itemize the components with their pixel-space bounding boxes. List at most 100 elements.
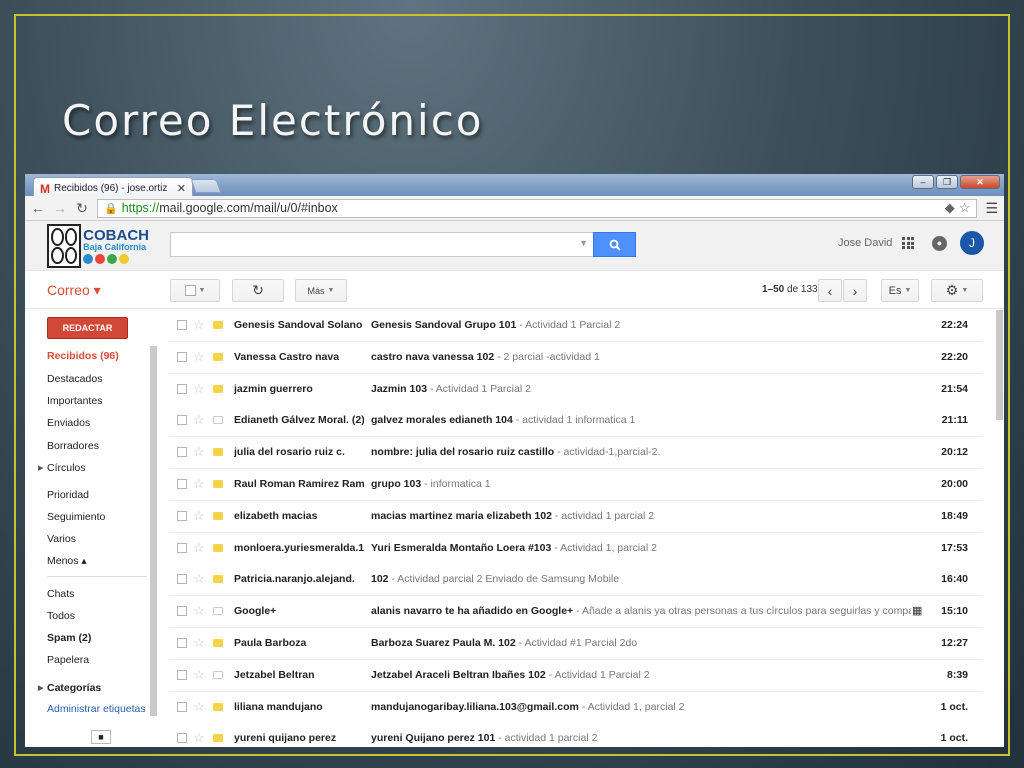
notifications-bell-icon[interactable]: ● [932, 236, 947, 251]
row-checkbox[interactable] [177, 351, 187, 362]
importance-marker-icon[interactable] [213, 448, 223, 457]
settings-button[interactable]: ⚙ ▼ [931, 279, 983, 302]
importance-marker-icon[interactable] [213, 384, 223, 393]
star-icon[interactable]: ☆ [193, 476, 205, 492]
close-window-button[interactable]: ✕ [960, 175, 1000, 189]
importance-marker-icon[interactable] [213, 511, 223, 520]
reload-icon[interactable]: ↻ [75, 200, 89, 217]
table-row[interactable]: ☆ Vanessa Castro nava castro nava vanessa … [169, 341, 982, 374]
refresh-button[interactable]: ↻ [232, 279, 284, 302]
row-checkbox[interactable] [177, 510, 187, 521]
bookmark-star-icon[interactable]: ☆ [959, 200, 971, 216]
row-checkbox[interactable] [177, 701, 187, 712]
star-icon[interactable]: ☆ [193, 571, 205, 587]
sidebar-item-starred[interactable]: Destacados [47, 373, 102, 385]
cobach-logo[interactable]: COBACH Baja California [47, 223, 149, 269]
row-checkbox[interactable] [177, 669, 187, 680]
sidebar-item-important[interactable]: Importantes [47, 395, 102, 407]
sidebar-item-sent[interactable]: Enviados [47, 417, 90, 429]
compose-button[interactable]: REDACTAR [47, 317, 128, 339]
row-checkbox[interactable] [177, 383, 187, 394]
star-icon[interactable]: ☆ [193, 730, 205, 746]
table-row[interactable]: ☆ Paula Barboza Barboza Suarez Paula M. 10… [169, 628, 982, 660]
minimize-button[interactable]: – [912, 175, 934, 189]
sidebar-item-followup[interactable]: Seguimiento [47, 511, 105, 523]
importance-marker-icon[interactable] [213, 670, 223, 679]
address-bar[interactable]: 🔒 https://mail.google.com/mail/u/0/#inbo… [97, 198, 978, 218]
star-icon[interactable]: ☆ [193, 603, 205, 619]
table-row[interactable]: ☆ monloera.yuriesmeralda.1. Yuri Esmeralda… [169, 532, 982, 565]
importance-marker-icon[interactable] [213, 543, 223, 552]
sidebar-item-priority[interactable]: Prioridad [47, 489, 89, 501]
mail-list-scrollbar[interactable] [996, 310, 1003, 420]
apps-grid-icon[interactable] [902, 237, 914, 249]
importance-marker-icon[interactable] [213, 416, 223, 425]
more-button[interactable]: Más ▼ [295, 279, 347, 302]
input-language-button[interactable]: Es ▼ [881, 279, 919, 302]
star-icon[interactable]: ☆ [193, 508, 205, 524]
sidebar-item-less[interactable]: Menos ▴ [47, 555, 87, 567]
importance-marker-icon[interactable] [213, 607, 223, 616]
new-tab-button[interactable] [190, 179, 222, 193]
table-row[interactable]: ☆ yureni quijano perez yureni Quijano pere… [169, 723, 982, 747]
star-icon[interactable]: ☆ [193, 667, 205, 683]
prev-page-button[interactable]: ‹ [818, 279, 842, 302]
table-row[interactable]: ☆ julia del rosario ruiz c. nombre: julia … [169, 437, 982, 470]
back-arrow-icon[interactable]: ← [31, 200, 45, 216]
sidebar-item-chats[interactable]: Chats [47, 588, 74, 600]
importance-marker-icon[interactable] [213, 321, 223, 329]
table-row[interactable]: ☆ Edianeth Gálvez Moral. (2) galvez morale… [169, 405, 982, 438]
browser-tab-inbox[interactable]: M Recibidos (96) - jose.ortiz ✕ [33, 177, 193, 196]
sidebar-item-circles[interactable]: ▶ Círculos [38, 462, 86, 474]
sidebar-item-inbox[interactable]: Recibidos (96) [47, 350, 119, 362]
next-page-button[interactable]: › [843, 279, 867, 302]
maximize-button[interactable]: ❐ [936, 175, 958, 189]
importance-marker-icon[interactable] [213, 352, 223, 361]
sidebar-item-misc[interactable]: Varios [47, 533, 76, 545]
table-row[interactable]: ☆ liliana mandujano mandujanogaribay.lilia… [169, 691, 982, 724]
extension-icon[interactable]: ◆ [945, 200, 955, 216]
star-icon[interactable]: ☆ [193, 444, 205, 460]
correo-menu[interactable]: Correo ▾ [47, 282, 101, 299]
chat-icon[interactable]: ■ [91, 730, 111, 744]
row-checkbox[interactable] [177, 542, 187, 553]
row-checkbox[interactable] [177, 447, 187, 458]
star-icon[interactable]: ☆ [193, 540, 205, 556]
row-checkbox[interactable] [177, 320, 187, 330]
table-row[interactable]: ☆ jazmin guerrero Jazmin 103 - Actividad 1… [169, 373, 982, 406]
avatar[interactable]: J [960, 231, 984, 255]
star-icon[interactable]: ☆ [193, 349, 205, 365]
sidebar-item-manage-labels[interactable]: Administrar etiquetas [47, 703, 146, 715]
star-icon[interactable]: ☆ [193, 317, 205, 333]
row-checkbox[interactable] [177, 638, 187, 648]
table-row[interactable]: ☆ elizabeth macias macias martinez maria e… [169, 500, 982, 533]
search-options-caret-icon[interactable]: ▼ [579, 238, 588, 248]
table-row[interactable]: ☆ Jetzabel Beltran Jetzabel Araceli Beltra… [169, 659, 982, 692]
importance-marker-icon[interactable] [213, 702, 223, 711]
star-icon[interactable]: ☆ [193, 381, 205, 397]
star-icon[interactable]: ☆ [193, 699, 205, 715]
sidebar-item-trash[interactable]: Papelera [47, 654, 89, 666]
row-checkbox[interactable] [177, 733, 187, 744]
importance-marker-icon[interactable] [213, 639, 223, 647]
tab-close-icon[interactable]: ✕ [177, 182, 186, 195]
row-checkbox[interactable] [177, 415, 187, 426]
importance-marker-icon[interactable] [213, 575, 223, 584]
sidebar-item-categories[interactable]: ▶ Categorías [38, 682, 101, 694]
sidebar-item-drafts[interactable]: Borradores [47, 440, 99, 452]
row-checkbox[interactable] [177, 606, 187, 617]
table-row[interactable]: ☆ Raul Roman Ramirez Ramir. grupo 103 - in… [169, 469, 982, 501]
sidebar-scrollbar[interactable] [150, 346, 157, 716]
importance-marker-icon[interactable] [213, 480, 223, 488]
star-icon[interactable]: ☆ [193, 412, 205, 428]
row-checkbox[interactable] [177, 574, 187, 585]
row-checkbox[interactable] [177, 479, 187, 489]
browser-menu-icon[interactable]: ☰ [985, 200, 998, 217]
user-name[interactable]: Jose David [838, 237, 892, 249]
table-row[interactable]: ☆ Google+ alanis navarro te ha añadido en … [169, 596, 982, 629]
sidebar-item-all[interactable]: Todos [47, 610, 75, 622]
search-button[interactable] [593, 232, 636, 257]
importance-marker-icon[interactable] [213, 734, 223, 743]
table-row[interactable]: ☆ Genesis Sandoval Solano Genesis Sandoval… [169, 310, 982, 342]
table-row[interactable]: ☆ Patricia.naranjo.alejand. 102 - Activida… [169, 564, 982, 597]
